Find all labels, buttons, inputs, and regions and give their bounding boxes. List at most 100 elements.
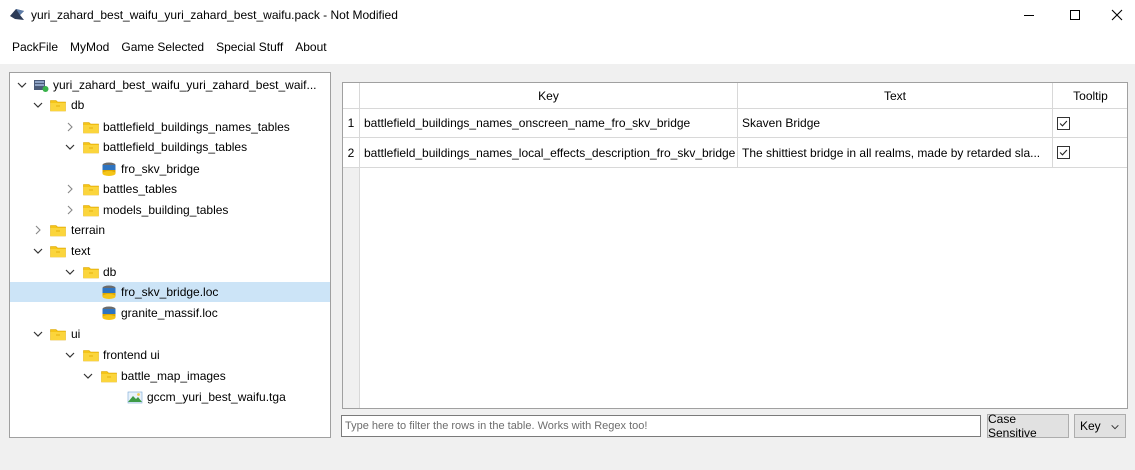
tree-node-db[interactable]: db [10, 95, 330, 115]
folder-icon [50, 222, 66, 238]
tree-node-models-building-tables[interactable]: models_building_tables [10, 200, 330, 220]
table-cell-tooltip[interactable] [1053, 109, 1127, 138]
tree-node-text[interactable]: text [10, 241, 330, 261]
tree-node-label: fro_skv_bridge [121, 162, 200, 176]
tree-node-battlefield-buildings-names-tables[interactable]: battlefield_buildings_names_tables [10, 117, 330, 137]
menu-mymod[interactable]: MyMod [64, 30, 115, 64]
close-icon [1111, 9, 1122, 21]
tree-node-fro-skv-bridge[interactable]: fro_skv_bridge [10, 159, 330, 179]
table-cell-key[interactable]: battlefield_buildings_names_local_effect… [360, 138, 738, 168]
minimize-button[interactable] [1006, 0, 1052, 30]
cell-value: battlefield_buildings_names_local_effect… [364, 145, 736, 160]
tooltip-checkbox[interactable] [1057, 146, 1070, 159]
tree-node-battle-map-images[interactable]: battle_map_images [10, 366, 330, 386]
chevron-down-icon[interactable] [82, 370, 94, 382]
row-number[interactable]: 1 [343, 109, 360, 138]
tree-node-label: fro_skv_bridge.loc [121, 285, 219, 299]
folder-icon [50, 326, 66, 342]
chevron-right-icon[interactable] [32, 224, 44, 236]
folder-icon [83, 202, 99, 218]
chevron-down-icon[interactable] [64, 349, 76, 361]
folder-icon [50, 243, 66, 259]
table-cell-tooltip[interactable] [1053, 138, 1127, 168]
row-number[interactable]: 2 [343, 138, 360, 168]
chevron-down-icon[interactable] [16, 79, 28, 91]
filter-column-select[interactable]: Key [1074, 414, 1126, 438]
tree-node-label: battlefield_buildings_tables [103, 140, 248, 154]
menu-about[interactable]: About [289, 30, 332, 64]
app-icon [10, 9, 24, 20]
column-header-text[interactable]: Text [738, 83, 1053, 109]
table-cell-text[interactable]: Skaven Bridge [738, 109, 1053, 138]
tree-node-label: models_building_tables [103, 203, 229, 217]
filter-column-value: Key [1080, 419, 1101, 433]
window-title: yuri_zahard_best_waifu_yuri_zahard_best_… [31, 8, 398, 22]
checkmark-icon [1058, 146, 1069, 159]
table-cell-key[interactable]: battlefield_buildings_names_onscreen_nam… [360, 109, 738, 138]
folder-icon [83, 119, 99, 135]
database-icon [101, 284, 117, 300]
tree-node-fro-skv-bridge-loc[interactable]: fro_skv_bridge.loc [10, 282, 330, 302]
tree-node-label: frontend ui [103, 348, 160, 362]
maximize-icon [1070, 10, 1080, 20]
loc-table[interactable]: Key Text Tooltip 1 battlefield_buildings… [342, 82, 1128, 409]
tree-node-label: text [71, 244, 91, 258]
column-header-key[interactable]: Key [360, 83, 738, 109]
row-header-empty-area [343, 168, 360, 408]
pack-tree-view[interactable]: yuri_zahard_best_waifu_yuri_zahard_best_… [9, 72, 331, 438]
cell-value: battlefield_buildings_names_onscreen_nam… [364, 116, 691, 130]
tree-node-ui[interactable]: ui [10, 324, 330, 344]
tree-node-label: battlefield_buildings_names_tables [103, 120, 290, 134]
tree-node-root-pack[interactable]: yuri_zahard_best_waifu_yuri_zahard_best_… [10, 75, 330, 95]
tree-node-frontend-ui[interactable]: frontend ui [10, 345, 330, 365]
chevron-down-icon[interactable] [32, 328, 44, 340]
tree-node-label: battles_tables [103, 182, 178, 196]
tree-node-battles-tables[interactable]: battles_tables [10, 179, 330, 199]
title-bar: yuri_zahard_best_waifu_yuri_zahard_best_… [0, 0, 1135, 30]
tree-node-label: gccm_yuri_best_waifu.tga [147, 390, 286, 404]
tree-node-label: battle_map_images [121, 369, 226, 383]
tree-node-granite-massif-loc[interactable]: granite_massif.loc [10, 303, 330, 323]
maximize-button[interactable] [1052, 0, 1098, 30]
tree-node-terrain[interactable]: terrain [10, 220, 330, 240]
tree-node-label: terrain [71, 223, 106, 237]
tree-node-label: yuri_zahard_best_waifu_yuri_zahard_best_… [53, 78, 317, 92]
chevron-down-icon[interactable] [32, 245, 44, 257]
folder-icon [101, 368, 117, 384]
chevron-down-icon[interactable] [32, 99, 44, 111]
chevron-down-icon[interactable] [64, 141, 76, 153]
tree-node-gccm-yuri-best-waifu-tga[interactable]: gccm_yuri_best_waifu.tga [10, 387, 330, 407]
tree-node-label: db [71, 98, 85, 112]
chevron-right-icon[interactable] [64, 121, 76, 133]
table-corner-button[interactable] [343, 83, 360, 109]
checkmark-icon [1058, 117, 1069, 130]
case-sensitive-button[interactable]: Case Sensitive [987, 412, 1069, 440]
tree-node-label: db [103, 265, 117, 279]
database-icon [101, 305, 117, 321]
tree-node-label: granite_massif.loc [121, 306, 218, 320]
chevron-down-icon [1111, 424, 1119, 430]
chevron-down-icon[interactable] [64, 266, 76, 278]
tree-node-text-db[interactable]: db [10, 262, 330, 282]
menu-special-stuff[interactable]: Special Stuff [210, 30, 289, 64]
database-icon [101, 161, 117, 177]
cell-value: The shittiest bridge in all realms, made… [742, 145, 1041, 160]
menu-bar: PackFile MyMod Game Selected Special Stu… [0, 30, 1135, 64]
chevron-right-icon[interactable] [64, 204, 76, 216]
folder-icon [83, 139, 99, 155]
filter-input[interactable] [341, 415, 981, 437]
menu-packfile[interactable]: PackFile [6, 30, 64, 64]
table-cell-text[interactable]: The shittiest bridge in all realms, made… [738, 138, 1053, 168]
tooltip-checkbox[interactable] [1057, 116, 1070, 130]
pack-file-icon [34, 80, 49, 92]
close-button[interactable] [1098, 0, 1135, 30]
minimize-icon [1024, 15, 1034, 16]
cell-value: Skaven Bridge [742, 116, 821, 130]
folder-icon [83, 264, 99, 280]
tree-node-battlefield-buildings-tables[interactable]: battlefield_buildings_tables [10, 137, 330, 157]
menu-game-selected[interactable]: Game Selected [115, 30, 210, 64]
folder-icon [50, 97, 66, 113]
column-header-tooltip[interactable]: Tooltip [1053, 83, 1127, 109]
chevron-right-icon[interactable] [64, 183, 76, 195]
folder-icon [83, 181, 99, 197]
